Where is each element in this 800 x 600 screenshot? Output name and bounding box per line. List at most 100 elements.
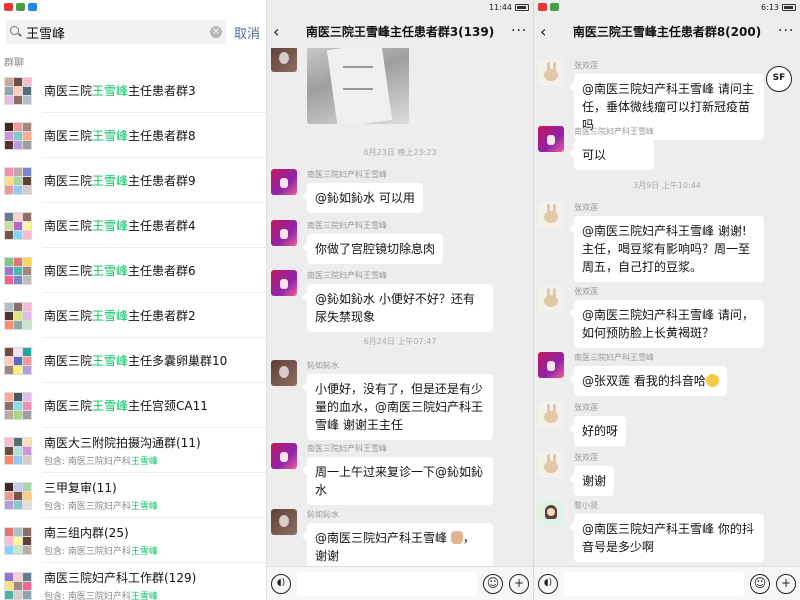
group-name: 南医三院王雪峰主任患者群4 xyxy=(44,217,266,234)
group-name-part: 南医三院 xyxy=(44,84,93,98)
timestamp: 6月23日 晚上23:23 xyxy=(363,148,437,157)
avatar[interactable] xyxy=(538,126,564,152)
message-bubble[interactable]: 好的呀 xyxy=(568,416,627,446)
message: 南医三院妇产科王雪峰 @张双莲 看我的抖音哈 xyxy=(538,352,796,396)
sender-name: 张双莲 xyxy=(574,203,598,212)
section-label: 群聊 xyxy=(4,58,24,69)
search-result-item[interactable]: 南医三院王雪峰主任患者群4 xyxy=(0,203,266,248)
status-time: 6:13 xyxy=(761,2,779,12)
group-member-match: 包含: 南医三院妇产科王雪峰 xyxy=(44,454,266,467)
battery-icon xyxy=(515,3,529,11)
search-result-item[interactable]: 南医三院王雪峰主任宫颈CA11 xyxy=(0,383,266,428)
member-match-label: 包含: 南医三院妇产科 xyxy=(44,457,131,467)
group-name: 南医三院王雪峰主任宫颈CA11 xyxy=(44,397,266,414)
plus-icon[interactable]: + xyxy=(509,573,529,594)
message-bubble[interactable]: @鈊如鈊水 小便好不好？还有尿失禁现象 xyxy=(302,284,493,332)
sender-name: 南医三院妇产科王雪峰 xyxy=(307,444,387,453)
message-input[interactable] xyxy=(297,571,477,596)
avatar[interactable] xyxy=(538,352,564,378)
group-name: 南医三院王雪峰主任患者群2 xyxy=(44,307,266,324)
group-name: 南医三院王雪峰主任患者群9 xyxy=(44,172,266,189)
message-bubble[interactable]: 小便好，没有了，但是还是有少量的血水，@南医三院妇产科王雪峰 谢谢王主任 xyxy=(302,374,493,440)
group-name: 南医三院王雪峰主任患者群3 xyxy=(44,82,266,99)
search-result-item[interactable]: 南医三院王雪峰主任患者群9 xyxy=(0,158,266,203)
message-bubble[interactable]: 谢谢 xyxy=(568,466,615,496)
message-bubble[interactable]: @南医三院妇产科王雪峰 请问，如何预防脸上长黄褐斑？ xyxy=(569,300,764,348)
search-result-item[interactable]: 南医三院王雪峰主任患者群3 xyxy=(0,68,266,113)
search-result-item[interactable]: 南医三院王雪峰主任患者群2 xyxy=(0,293,266,338)
group-name: 南医三院王雪峰主任患者群6 xyxy=(44,262,266,279)
avatar[interactable] xyxy=(271,220,297,246)
match-highlight: 王雪峰 xyxy=(92,354,129,368)
group-name: 南医三院妇产科工作群(129) xyxy=(44,569,266,586)
message-bubble[interactable]: 周一上午过来复诊一下@鈊如鈊水 xyxy=(302,457,493,505)
group-avatar xyxy=(4,436,32,465)
avatar[interactable] xyxy=(538,202,564,228)
match-highlight: 王雪峰 xyxy=(92,84,129,98)
voice-icon[interactable]: ◖) xyxy=(538,573,558,594)
message-bubble[interactable]: @南医三院妇产科王雪峰 谢谢!主任，喝豆浆有影响吗？周一至周五，自己打的豆浆。 xyxy=(569,216,764,282)
member-match-label: 包含: 南医三院妇产科 xyxy=(44,547,131,557)
group-avatar xyxy=(4,526,32,555)
avatar[interactable] xyxy=(271,48,297,72)
avatar[interactable] xyxy=(271,270,297,296)
group-name-part: 南医三院 xyxy=(44,309,93,323)
group-name-part: 主任宫颈CA11 xyxy=(128,399,208,413)
group-name-part: 南医三院 xyxy=(44,354,93,368)
message-text: @张双莲 看我的抖音哈 xyxy=(582,374,706,388)
group-name: 南医三院王雪峰主任患者群8 xyxy=(44,127,266,144)
status-bar xyxy=(0,0,266,14)
avatar[interactable] xyxy=(271,169,297,195)
message-bubble[interactable]: @南医三院妇产科王雪峰 ，谢谢 xyxy=(302,523,493,566)
search-result-item[interactable]: 南医三院王雪峰主任患者群8 xyxy=(0,113,266,158)
message-bubble[interactable]: 可以 xyxy=(569,140,654,170)
avatar[interactable] xyxy=(271,509,297,535)
group-avatar xyxy=(4,121,32,150)
back-icon[interactable]: ‹ xyxy=(273,22,289,41)
group-name-part: 主任患者群6 xyxy=(128,264,196,278)
group-name-part: 南医大三附院拍摄沟通群(11) xyxy=(44,436,201,450)
search-result-item[interactable]: 南医大三附院拍摄沟通群(11) 包含: 南医三院妇产科王雪峰 xyxy=(0,428,266,473)
group-name: 三甲复审(11) xyxy=(44,479,266,496)
chat-title: 南医三院王雪峰主任患者群8(200) xyxy=(572,24,762,39)
plus-icon[interactable]: + xyxy=(776,573,796,594)
more-icon[interactable]: ··· xyxy=(511,23,527,39)
search-result-item[interactable]: 南三组内群(25) 包含: 南医三院妇产科王雪峰 xyxy=(0,518,266,563)
message-bubble[interactable]: @鈊如鈊水 可以用 xyxy=(302,183,423,213)
group-avatar xyxy=(4,346,32,375)
image-message[interactable] xyxy=(307,48,409,124)
avatar[interactable] xyxy=(271,443,297,469)
search-result-item[interactable]: 南医三院王雪峰主任患者群6 xyxy=(0,248,266,293)
avatar[interactable] xyxy=(271,360,297,386)
avatar[interactable] xyxy=(538,402,564,428)
search-result-item[interactable]: 南医三院妇产科工作群(129) 包含: 南医三院妇产科王雪峰 xyxy=(0,563,266,600)
chat-header: ‹ 南医三院王雪峰主任患者群8(200) ··· xyxy=(534,14,800,48)
search-result-item[interactable]: 南医三院王雪峰主任多囊卵巢群10 xyxy=(0,338,266,383)
avatar[interactable] xyxy=(538,500,564,526)
voice-icon[interactable]: ◖) xyxy=(271,573,291,594)
timestamp: 6月24日 上午07:47 xyxy=(363,337,437,346)
message-bubble[interactable]: @南医三院妇产科王雪峰 你的抖音号是多少啊 xyxy=(569,514,764,562)
search-input[interactable]: 王雪峰 × xyxy=(6,20,226,44)
more-icon[interactable]: ··· xyxy=(778,23,794,39)
clear-icon[interactable]: × xyxy=(209,26,222,38)
chat-title: 南医三院王雪峰主任患者群3(139) xyxy=(305,24,495,39)
message-bubble[interactable]: 你做了宫腔镜切除息肉 xyxy=(301,234,444,264)
back-icon[interactable]: ‹ xyxy=(540,22,556,41)
message: 张双莲 好的呀 xyxy=(538,402,796,446)
message-input[interactable] xyxy=(564,571,744,596)
chat-messages: 张双莲 @南医三院妇产科王雪峰 请问主任，垂体微线瘤可以打新冠疫苗吗 南医三院妇… xyxy=(534,48,800,566)
message-bubble[interactable]: @张双莲 看我的抖音哈 xyxy=(569,366,727,396)
emoji-icon[interactable]: ☺ xyxy=(483,573,503,594)
thumbs-emoji-icon xyxy=(450,531,463,544)
avatar[interactable] xyxy=(538,60,564,86)
message: 张双莲 @南医三院妇产科王雪峰 谢谢!主任，喝豆浆有影响吗？周一至周五，自己打的… xyxy=(538,202,796,282)
search-result-item[interactable]: 三甲复审(11) 包含: 南医三院妇产科王雪峰 xyxy=(0,473,266,518)
emoji-icon[interactable]: ☺ xyxy=(750,573,770,594)
status-bar: 6:13 xyxy=(534,0,800,14)
avatar[interactable] xyxy=(538,452,564,478)
group-name: 南医三院王雪峰主任多囊卵巢群10 xyxy=(44,352,266,369)
search-query[interactable]: 王雪峰 xyxy=(26,23,210,42)
avatar[interactable] xyxy=(538,286,564,312)
cancel-button[interactable]: 取消 xyxy=(234,23,260,42)
